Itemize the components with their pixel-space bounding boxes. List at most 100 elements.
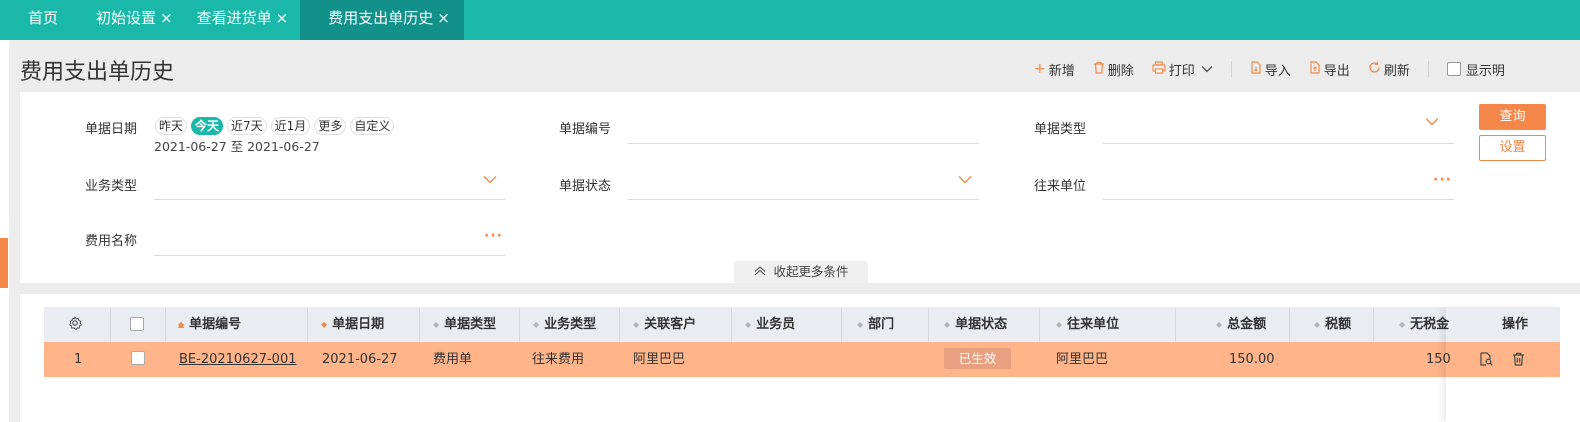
partner-cell: 阿里巴巴 xyxy=(1056,352,1109,367)
query-button[interactable]: 查询 xyxy=(1479,104,1546,130)
tab-view-purchase-order[interactable]: 查看进货单 × xyxy=(185,0,301,40)
delete-button[interactable]: 删除 xyxy=(1093,60,1134,79)
customer-cell: 阿里巴巴 xyxy=(633,352,686,367)
column-label: 往来单位 xyxy=(1067,317,1120,332)
column-header-customer[interactable]: ◆ 关联客户 xyxy=(633,307,696,342)
close-icon[interactable]: × xyxy=(276,9,289,27)
date-option-7days[interactable]: 近7天 xyxy=(227,117,267,135)
column-label: 业务类型 xyxy=(544,317,597,332)
results-table: ▲ ◆ 单据编号 ◆ 单据日期 ◆ 单据类型 ◆ 业务类型 ◆ 关联客户 ◆ 业务员 ◆ 部门… xyxy=(20,294,1580,422)
date-option-1month[interactable]: 近1月 xyxy=(270,117,311,135)
tab-initial-settings[interactable]: 初始设置 × xyxy=(84,0,185,40)
biz-type-label: 业务类型 xyxy=(85,179,138,194)
import-icon xyxy=(1250,60,1262,78)
column-header-doc-no[interactable]: ◆ 单据编号 xyxy=(178,307,241,342)
date-range-text[interactable]: 2021-06-27 至 2021-06-27 xyxy=(154,136,320,155)
chevron-down-icon[interactable] xyxy=(958,172,972,188)
doc-type-select[interactable] xyxy=(1103,143,1454,144)
column-header-total[interactable]: ◆ 总金额 xyxy=(1216,307,1266,342)
select-all-checkbox[interactable] xyxy=(130,317,144,331)
export-button[interactable]: 导出 xyxy=(1309,60,1350,79)
column-header-status[interactable]: ◆ 单据状态 xyxy=(944,307,1007,342)
close-icon[interactable]: × xyxy=(160,9,173,27)
filter-panel: 单据日期 昨天 今天 近7天 近1月 更多 自定义 2021-06-27 至 2… xyxy=(20,92,1580,283)
doc-status-select[interactable] xyxy=(628,199,979,200)
table-row[interactable]: 1 BE-20210627-001 2021-06-27 费用单 往来费用 阿里… xyxy=(44,342,1560,377)
row-checkbox[interactable] xyxy=(131,351,145,365)
show-detail-checkbox[interactable] xyxy=(1446,62,1461,76)
sort-icon: ◆ xyxy=(178,320,185,329)
doc-type-cell: 费用单 xyxy=(433,352,473,367)
column-header-net[interactable]: ◆ 无税金 xyxy=(1399,307,1449,342)
column-label: 无税金 xyxy=(1410,317,1450,332)
sort-icon: ◆ xyxy=(1056,320,1063,329)
column-header-department[interactable]: ◆ 部门 xyxy=(857,307,894,342)
refresh-button[interactable]: 刷新 xyxy=(1368,60,1410,79)
chevron-down-icon[interactable] xyxy=(1425,114,1439,130)
view-icon[interactable] xyxy=(1479,352,1493,370)
print-label: 打印 xyxy=(1168,63,1195,79)
table-header: ▲ ◆ 单据编号 ◆ 单据日期 ◆ 单据类型 ◆ 业务类型 ◆ 关联客户 ◆ 业务员 ◆ 部门… xyxy=(44,307,1560,342)
print-button[interactable]: 打印 xyxy=(1152,60,1213,79)
column-divider xyxy=(419,307,420,342)
delete-label: 删除 xyxy=(1107,63,1134,79)
show-detail-toggle[interactable]: 显示明 xyxy=(1446,60,1505,79)
page-title: 费用支出单历史 xyxy=(20,60,175,85)
doc-no-input[interactable] xyxy=(628,143,979,144)
plus-icon: + xyxy=(1034,61,1046,77)
doc-date-label: 单据日期 xyxy=(85,122,138,137)
sort-icon: ◆ xyxy=(633,320,640,329)
column-divider xyxy=(110,307,111,342)
column-label: 税额 xyxy=(1325,317,1352,332)
export-label: 导出 xyxy=(1323,63,1350,79)
expense-name-input[interactable] xyxy=(154,255,505,256)
column-header-partner[interactable]: ◆ 往来单位 xyxy=(1056,307,1119,342)
column-label: 业务员 xyxy=(756,317,796,332)
tab-label: 首页 xyxy=(28,9,59,27)
add-button[interactable]: + 新增 xyxy=(1034,60,1075,79)
date-option-yesterday[interactable]: 昨天 xyxy=(155,117,188,135)
column-divider xyxy=(1175,307,1176,342)
column-label: 部门 xyxy=(868,317,895,332)
sort-icon: ◆ xyxy=(745,320,752,329)
column-settings-icon[interactable] xyxy=(68,307,82,342)
biz-type-select[interactable] xyxy=(154,199,505,200)
sort-icon: ◆ xyxy=(1216,320,1223,329)
partner-input[interactable] xyxy=(1103,199,1454,200)
toolbar: + 新增 删除 打印 导入 导出 刷新 显示明 xyxy=(1034,58,1505,80)
column-divider xyxy=(841,307,842,342)
more-icon[interactable]: ··· xyxy=(484,228,503,244)
trash-icon[interactable] xyxy=(1512,352,1525,370)
side-handle[interactable] xyxy=(0,238,8,288)
close-icon[interactable]: × xyxy=(437,9,450,27)
settings-button[interactable]: 设置 xyxy=(1479,135,1546,161)
refresh-label: 刷新 xyxy=(1383,63,1410,79)
collapse-conditions-button[interactable]: 收起更多条件 xyxy=(734,261,868,283)
collapse-label: 收起更多条件 xyxy=(773,264,849,279)
sort-icon: ◆ xyxy=(533,320,540,329)
doc-date-cell: 2021-06-27 xyxy=(322,352,398,367)
tab-home[interactable]: 首页 xyxy=(0,0,84,40)
more-icon[interactable]: ··· xyxy=(1433,172,1452,188)
column-divider xyxy=(165,307,166,342)
toolbar-divider xyxy=(1230,61,1232,77)
add-label: 新增 xyxy=(1048,63,1075,79)
chevron-down-icon[interactable] xyxy=(483,172,497,188)
chevron-down-icon[interactable] xyxy=(1201,62,1213,77)
column-header-tax[interactable]: ◆ 税额 xyxy=(1314,307,1351,342)
sort-icon: ◆ xyxy=(944,320,951,329)
show-detail-label: 显示明 xyxy=(1465,63,1505,79)
total-cell: 150.00 xyxy=(1229,352,1275,367)
column-divider xyxy=(619,307,620,342)
date-option-more[interactable]: 更多 xyxy=(314,117,347,135)
column-header-salesman[interactable]: ◆ 业务员 xyxy=(745,307,795,342)
tab-label: 初始设置 xyxy=(96,9,157,27)
import-button[interactable]: 导入 xyxy=(1250,60,1291,79)
tab-expense-history[interactable]: 费用支出单历史 × xyxy=(300,0,464,40)
column-header-doc-date[interactable]: ◆ 单据日期 xyxy=(321,307,384,342)
doc-no-link[interactable]: BE-20210627-001 xyxy=(179,342,297,377)
column-header-biz-type[interactable]: ◆ 业务类型 xyxy=(533,307,596,342)
column-header-doc-type[interactable]: ◆ 单据类型 xyxy=(433,307,496,342)
date-option-today[interactable]: 今天 xyxy=(191,117,224,135)
date-option-custom[interactable]: 自定义 xyxy=(350,117,395,135)
